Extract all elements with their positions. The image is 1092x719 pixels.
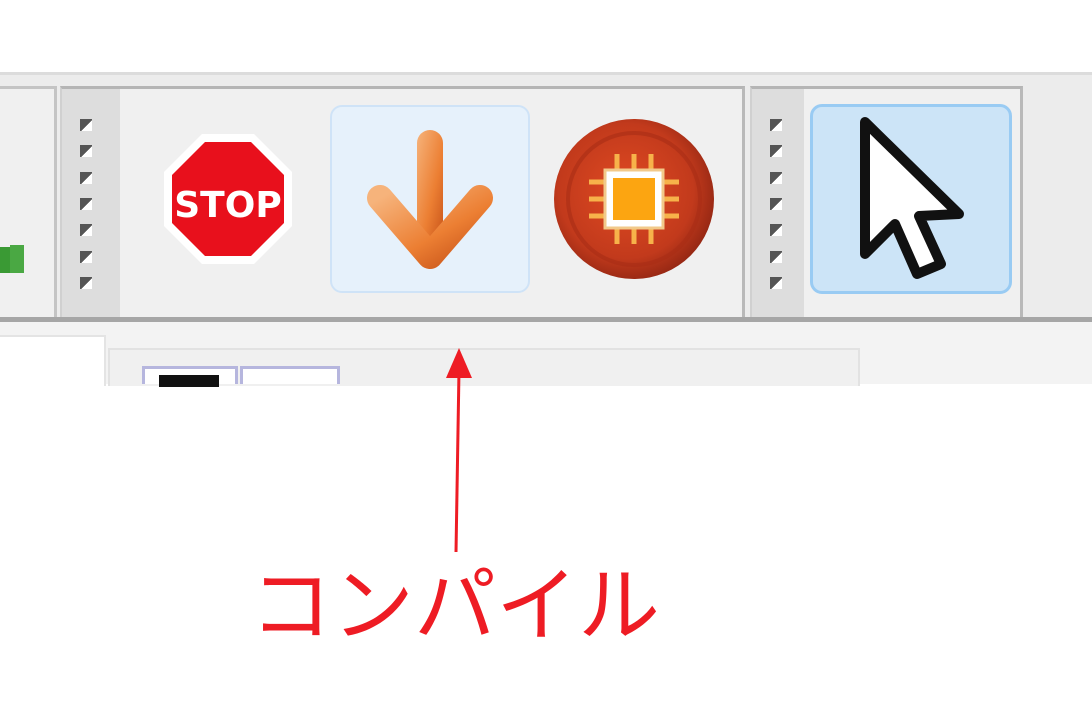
annotation-label: コンパイル [250,559,661,654]
